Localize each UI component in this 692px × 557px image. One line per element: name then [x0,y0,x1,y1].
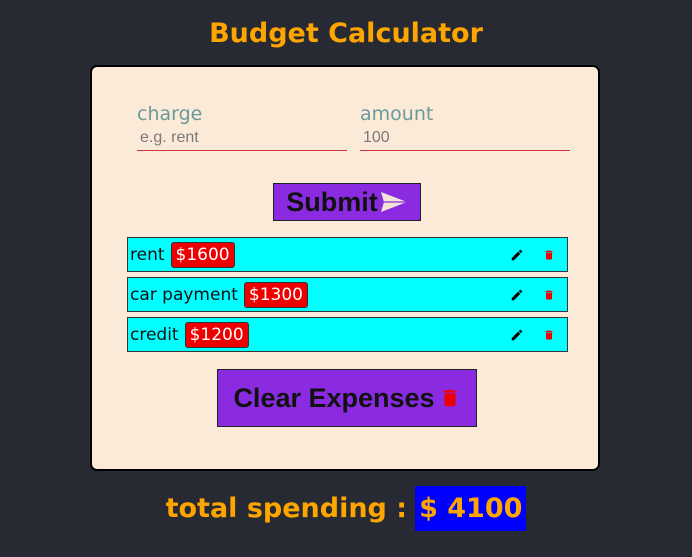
expense-actions [509,278,557,311]
amount-field-group: amount [360,103,570,151]
expense-item: credit $1200 [127,317,568,352]
charge-input[interactable] [137,125,347,151]
delete-button[interactable] [541,247,557,263]
submit-button[interactable]: Submit [273,183,421,221]
trash-icon [545,250,553,259]
expense-actions [509,318,557,351]
expense-item: rent $1600 [127,237,568,272]
send-icon [380,191,408,213]
expense-name: credit [130,324,179,345]
clear-expenses-label: Clear Expenses [233,382,435,413]
budget-card: charge amount Submit rent $1600 [90,65,600,471]
expense-item: car payment $1300 [127,277,568,312]
total-spending-amount: $ 4100 [415,486,527,531]
pencil-icon [511,289,523,300]
total-spending-label: total spending : [165,493,408,524]
trash-icon [439,385,461,411]
expense-name: car payment [130,284,238,305]
total-spending: total spending : $ 4100 [0,486,692,531]
expense-name: rent [130,244,165,265]
pencil-icon [511,249,523,260]
clear-expenses-button[interactable]: Clear Expenses [217,369,477,427]
budget-calculator-page: Budget Calculator charge amount Submit r… [0,0,692,557]
submit-label: Submit [286,187,378,217]
expense-actions [509,238,557,271]
expense-amount-badge: $1600 [170,241,235,268]
edit-button[interactable] [509,327,525,343]
charge-field-group: charge [137,103,347,151]
delete-button[interactable] [541,327,557,343]
expense-amount-badge: $1300 [243,281,308,308]
expense-amount-badge: $1200 [184,321,249,348]
trash-icon [545,330,553,339]
trash-icon [545,290,553,299]
pencil-icon [511,329,523,340]
app-title: Budget Calculator [209,18,483,49]
delete-button[interactable] [541,287,557,303]
amount-input[interactable] [360,125,570,151]
expense-list: rent $1600 car payment $1300 credit $120… [127,237,568,357]
charge-label: charge [137,103,203,125]
amount-label: amount [360,103,434,125]
edit-button[interactable] [509,287,525,303]
edit-button[interactable] [509,247,525,263]
